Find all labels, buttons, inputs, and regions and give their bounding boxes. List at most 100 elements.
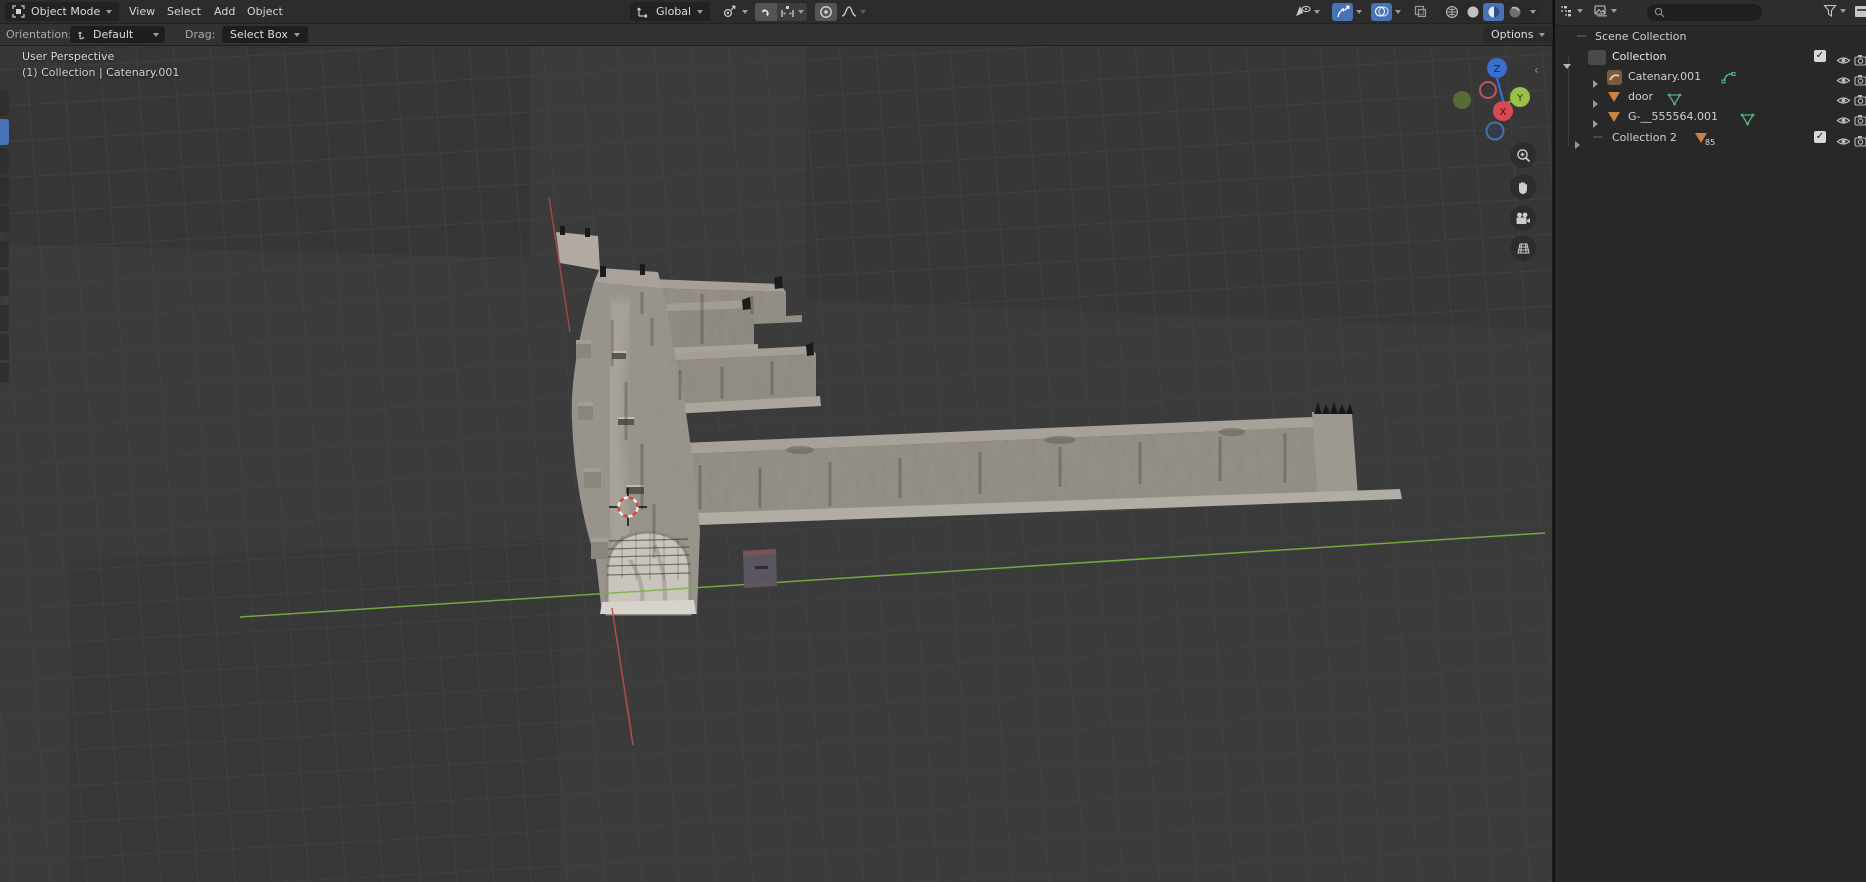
- gizmo-neg-x[interactable]: [1479, 81, 1497, 99]
- camera-visibility-icon[interactable]: [1854, 132, 1866, 151]
- overlays-toggle-icon: [1374, 6, 1389, 17]
- sidebar: Scene Collection Collection ✓ Catenary.0…: [1553, 0, 1866, 882]
- shading-rendered-icon: [1509, 6, 1520, 17]
- tool-button[interactable]: [0, 305, 9, 331]
- toolbar-sliver[interactable]: [0, 90, 10, 382]
- outliner-row-catenary[interactable]: Catenary.001: [1555, 68, 1866, 88]
- camera-view-button[interactable]: [1510, 205, 1536, 231]
- tool-button[interactable]: [0, 241, 9, 267]
- gate-arch: [600, 530, 696, 616]
- mode-dropdown[interactable]: Object Mode: [5, 2, 120, 21]
- chevron-down-icon: [742, 9, 749, 14]
- menu-select[interactable]: Select: [163, 0, 205, 23]
- expand-arrow-icon[interactable]: [1593, 80, 1598, 88]
- hide-eye-icon[interactable]: [1836, 111, 1851, 130]
- tool-button[interactable]: [0, 206, 9, 232]
- chevron-down-icon: [1611, 9, 1617, 13]
- options-dropdown[interactable]: Options: [1483, 26, 1554, 43]
- shading-solid-icon: [1467, 6, 1478, 17]
- expand-arrow-icon[interactable]: [1593, 100, 1598, 108]
- hide-eye-icon[interactable]: [1836, 132, 1851, 151]
- viewport-canvas[interactable]: [0, 0, 1552, 882]
- menu-view[interactable]: View: [125, 0, 159, 23]
- viewport-header: Object Mode View Select Add Object Globa…: [0, 0, 1552, 24]
- shading-solid-button[interactable]: [1462, 3, 1483, 21]
- menu-object[interactable]: Object: [243, 0, 287, 23]
- chevron-down-icon: [293, 32, 300, 37]
- tool-button[interactable]: [0, 363, 9, 382]
- display-mode-dropdown[interactable]: [1593, 4, 1617, 18]
- transform-orientation-dropdown[interactable]: Global: [630, 2, 711, 21]
- drag-dropdown[interactable]: Select Box: [222, 26, 308, 43]
- outliner-item-label: Catenary.001: [1628, 70, 1702, 83]
- outliner-editor-dropdown[interactable]: [1559, 4, 1583, 18]
- orientation-dropdown[interactable]: Default: [70, 26, 165, 43]
- expand-arrow-icon[interactable]: [1575, 141, 1580, 149]
- filter-dropdown[interactable]: [1823, 4, 1846, 17]
- menu-add[interactable]: Add: [210, 0, 239, 23]
- chevron-down-icon: [1530, 9, 1536, 14]
- collection-checkbox[interactable]: ✓: [1814, 50, 1826, 62]
- outliner-row-g555564[interactable]: G-__555564.001: [1555, 108, 1866, 130]
- new-collection-icon[interactable]: [1855, 5, 1866, 18]
- mesh-count-badge: 85: [1705, 138, 1716, 147]
- shading-wireframe-button[interactable]: [1441, 3, 1462, 21]
- active-tool-button[interactable]: [0, 119, 9, 145]
- falloff-dropdown[interactable]: [837, 3, 869, 21]
- snap-target-button[interactable]: [718, 3, 740, 21]
- chevron-down-icon: [798, 9, 805, 14]
- shading-rendered-button[interactable]: [1504, 3, 1525, 21]
- tool-button[interactable]: [0, 148, 9, 174]
- pan-hand-icon: [1519, 181, 1527, 194]
- collection-checkbox[interactable]: ✓: [1814, 131, 1826, 143]
- xray-toggle-icon: [1414, 5, 1427, 18]
- orientation-dropdown-value: Default: [93, 28, 134, 41]
- shading-material-button[interactable]: [1483, 2, 1504, 21]
- cursor-orientation-icon: [78, 31, 85, 40]
- outliner-item-label: G-__555564.001: [1628, 110, 1718, 123]
- tool-button[interactable]: [0, 177, 9, 203]
- outliner-item-label: Scene Collection: [1595, 30, 1687, 43]
- tool-button[interactable]: [0, 90, 9, 116]
- chevron-down-icon: [106, 9, 113, 14]
- zoom-icon: [1516, 148, 1530, 162]
- tool-button[interactable]: [0, 270, 9, 296]
- visibility-dropdown[interactable]: [1290, 3, 1324, 21]
- outliner-row-scene-collection[interactable]: Scene Collection: [1555, 28, 1866, 47]
- chevron-down-icon: [1313, 9, 1320, 14]
- outliner-editor-icon: [1561, 6, 1571, 17]
- gizmo-neg-y[interactable]: [1453, 91, 1471, 109]
- snap-with-button[interactable]: [777, 2, 808, 21]
- outliner-item-label: Collection: [1612, 50, 1667, 63]
- magnet-icon: [761, 9, 769, 16]
- snap-toggle-button[interactable]: [755, 2, 778, 21]
- camera-visibility-icon[interactable]: [1854, 111, 1866, 130]
- shading-wireframe-icon: [1445, 5, 1458, 18]
- tool-button[interactable]: [0, 334, 9, 360]
- chevron-down-icon: [859, 9, 866, 14]
- overlays-toggle-button[interactable]: [1371, 2, 1392, 21]
- gizmo-toggle-button[interactable]: [1332, 2, 1353, 21]
- gizmo-neg-z[interactable]: [1485, 121, 1505, 141]
- zoom-button[interactable]: [1510, 142, 1536, 168]
- expand-arrow-icon[interactable]: [1593, 120, 1598, 128]
- pan-button[interactable]: [1510, 174, 1536, 200]
- proportional-edit-button[interactable]: [815, 2, 838, 21]
- xray-toggle-button[interactable]: [1410, 3, 1431, 21]
- outliner-search-input[interactable]: [1647, 4, 1762, 21]
- transform-orientation-icon: [637, 7, 648, 18]
- ortho-toggle-button[interactable]: [1510, 235, 1536, 261]
- outliner-row-collection[interactable]: Collection ✓: [1555, 48, 1866, 69]
- chevron-down-icon: [1356, 9, 1362, 14]
- outliner-row-door[interactable]: door: [1555, 88, 1866, 108]
- shading-material-icon: [1488, 6, 1499, 17]
- outliner-tree: Scene Collection Collection ✓ Catenary.0…: [1555, 26, 1866, 306]
- outliner-row-collection2[interactable]: Collection 2 85 ✓: [1555, 129, 1866, 151]
- cube-object[interactable]: [743, 549, 777, 588]
- mesh-object-icon: [1608, 92, 1620, 102]
- chevron-down-icon: [153, 32, 159, 37]
- gizmo-toggle-icon: [1336, 4, 1350, 17]
- collapse-sidebar-icon[interactable]: ‹: [1534, 63, 1539, 77]
- drag-dropdown-value: Select Box: [230, 28, 288, 41]
- orientation-label: Orientation:: [6, 28, 72, 41]
